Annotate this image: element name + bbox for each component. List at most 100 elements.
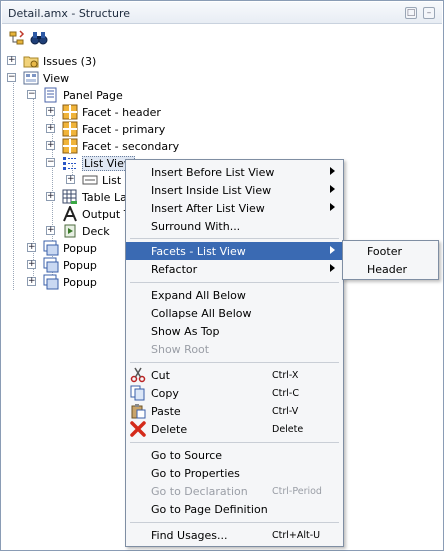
menu-expand-all[interactable]: Expand All Below (126, 286, 343, 304)
menu-shortcut: Ctrl-Period (272, 486, 322, 497)
menu-label: Go to Declaration (151, 485, 248, 498)
facet-icon (62, 138, 78, 154)
tree-node-deck[interactable]: + Deck (46, 223, 110, 239)
menu-cut[interactable]: Cut Ctrl-X (126, 366, 343, 384)
menu-separator (130, 362, 339, 363)
popup-icon (43, 274, 59, 290)
menu-separator (130, 442, 339, 443)
menu-find-usages[interactable]: Find Usages... Ctrl+Alt-U (126, 526, 343, 544)
submenu-footer[interactable]: Footer (367, 245, 402, 258)
submenu-arrow-icon (330, 167, 335, 175)
toolbar (2, 25, 442, 51)
tree-node-label: Issues (3) (43, 54, 97, 68)
paste-icon (130, 403, 146, 419)
menu-shortcut: Ctrl-V (272, 406, 299, 417)
tree-node-table-layout[interactable]: + Table La (46, 189, 127, 205)
restore-button[interactable]: □ (405, 7, 417, 19)
menu-go-to-page-definition[interactable]: Go to Page Definition (126, 500, 343, 518)
tree-node-issues[interactable]: + Issues (3) (7, 53, 96, 69)
submenu-arrow-icon (330, 264, 335, 272)
menu-paste[interactable]: Paste Ctrl-V (126, 402, 343, 420)
title-bar: Detail.amx - Structure □ – (2, 2, 442, 24)
delete-x-icon (130, 421, 146, 437)
tree-node-panel-page[interactable]: − Panel Page (27, 87, 123, 103)
menu-label: Insert Inside List View (151, 184, 272, 197)
submenu-arrow-icon (330, 246, 335, 254)
menu-label: Cut (151, 369, 170, 382)
list-view-icon (62, 155, 78, 171)
deck-icon (62, 223, 78, 239)
output-text-icon (62, 204, 78, 222)
submenu-header[interactable]: Header (367, 263, 407, 276)
menu-label: Go to Properties (151, 467, 240, 480)
collapse-toggle[interactable]: − (27, 90, 36, 99)
find-binoculars-icon[interactable] (30, 29, 48, 47)
popup-icon (43, 257, 59, 273)
menu-refactor[interactable]: Refactor (126, 260, 343, 278)
copy-icon (130, 385, 146, 401)
tree-node-facet-header[interactable]: + Facet - header (46, 104, 161, 120)
tree-node-view[interactable]: − View (7, 70, 69, 86)
panel-title: Detail.amx - Structure (8, 7, 130, 20)
menu-surround-with[interactable]: Surround With... (126, 217, 343, 235)
facet-icon (62, 104, 78, 120)
menu-collapse-all[interactable]: Collapse All Below (126, 304, 343, 322)
tree-node-popup[interactable]: + Popup (27, 274, 97, 290)
menu-label: Paste (151, 405, 181, 418)
expand-toggle[interactable]: + (46, 107, 55, 116)
menu-shortcut: Ctrl-C (272, 388, 299, 399)
menu-go-to-source[interactable]: Go to Source (126, 446, 343, 464)
menu-copy[interactable]: Copy Ctrl-C (126, 384, 343, 402)
collapse-toggle[interactable]: − (7, 73, 16, 82)
issues-folder-icon (23, 53, 39, 69)
expand-toggle[interactable]: + (27, 260, 36, 269)
tree-node-output-text[interactable]: Output T (62, 204, 130, 222)
menu-label: Show Root (151, 343, 210, 356)
popup-icon (43, 240, 59, 256)
expand-toggle[interactable]: + (46, 124, 55, 133)
expand-toggle[interactable]: + (46, 226, 55, 235)
tree-node-label: Deck (82, 224, 110, 238)
menu-label: Show As Top (151, 325, 220, 338)
menu-label: Surround With... (151, 220, 241, 233)
menu-insert-after[interactable]: Insert After List View (126, 199, 343, 217)
tree-node-label: Facet - header (82, 105, 161, 119)
expand-toggle[interactable]: + (27, 277, 36, 286)
submenu-arrow-icon (330, 185, 335, 193)
menu-delete[interactable]: Delete Delete (126, 420, 343, 438)
submenu-arrow-icon (330, 203, 335, 211)
expand-toggle[interactable]: + (27, 243, 36, 252)
collapse-toggle[interactable]: − (46, 158, 55, 167)
tree-node-facet-primary[interactable]: + Facet - primary (46, 121, 165, 137)
menu-show-as-top[interactable]: Show As Top (126, 322, 343, 340)
tree-node-facet-secondary[interactable]: + Facet - secondary (46, 138, 179, 154)
tree-node-list-item[interactable]: + List I (66, 172, 128, 188)
tree-node-label: Panel Page (63, 88, 123, 102)
facets-submenu: Footer Header (342, 240, 439, 280)
page-icon (43, 87, 59, 103)
tree-node-popup[interactable]: + Popup (27, 240, 97, 256)
menu-insert-inside[interactable]: Insert Inside List View (126, 181, 343, 199)
list-item-icon (82, 172, 98, 188)
menu-label: Find Usages... (151, 529, 228, 542)
tree-options-icon[interactable] (8, 29, 26, 47)
tree-node-list-view[interactable]: − List View (46, 155, 135, 171)
view-icon (23, 70, 39, 86)
facet-icon (62, 121, 78, 137)
menu-facets[interactable]: Facets - List View (126, 242, 343, 260)
menu-shortcut: Ctrl+Alt-U (272, 530, 321, 541)
tree-node-popup[interactable]: + Popup (27, 257, 97, 273)
menu-go-to-properties[interactable]: Go to Properties (126, 464, 343, 482)
menu-shortcut: Ctrl-X (272, 370, 299, 381)
scissors-icon (130, 367, 146, 383)
menu-insert-before[interactable]: Insert Before List View (126, 163, 343, 181)
expand-toggle[interactable]: + (46, 141, 55, 150)
menu-label: Go to Source (151, 449, 223, 462)
expand-toggle[interactable]: + (7, 56, 16, 65)
tree-node-label: View (43, 71, 70, 85)
expand-toggle[interactable]: + (46, 192, 55, 201)
expand-toggle[interactable]: + (66, 175, 75, 184)
menu-label: Insert After List View (151, 202, 265, 215)
menu-separator (130, 522, 339, 523)
minimize-button[interactable]: – (423, 7, 435, 19)
